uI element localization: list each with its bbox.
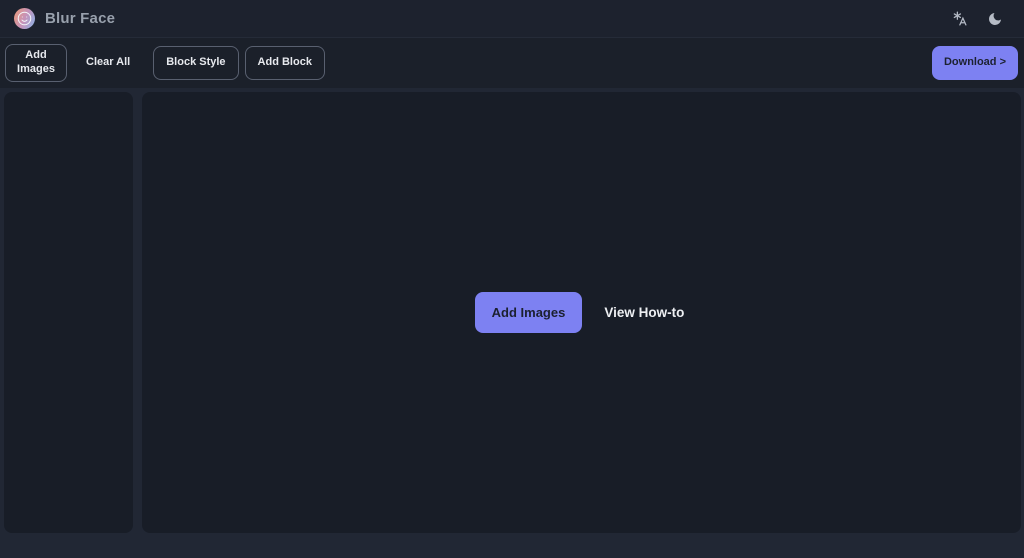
page-title: Blur Face [45, 10, 115, 27]
clear-all-button[interactable]: Clear All [74, 46, 142, 80]
canvas-panel: Add Images View How-to [142, 92, 1021, 533]
image-list-sidebar [4, 92, 133, 533]
add-block-button[interactable]: Add Block [245, 46, 325, 80]
app-header: Blur Face [0, 0, 1024, 38]
footer-strip [0, 533, 1024, 558]
translate-icon[interactable] [944, 4, 974, 34]
content-area: Add Images View How-to [4, 92, 1021, 533]
block-style-button[interactable]: Block Style [153, 46, 238, 80]
add-images-primary-button[interactable]: Add Images [475, 292, 583, 333]
toolbar: Add Images Clear All Block Style Add Blo… [0, 38, 1024, 88]
add-images-toolbar-button[interactable]: Add Images [5, 44, 67, 82]
dark-mode-moon-icon[interactable] [980, 4, 1010, 34]
app-logo-icon [14, 8, 35, 29]
view-howto-button[interactable]: View How-to [600, 299, 688, 326]
empty-state: Add Images View How-to [475, 292, 689, 333]
download-button[interactable]: Download > [932, 46, 1018, 80]
